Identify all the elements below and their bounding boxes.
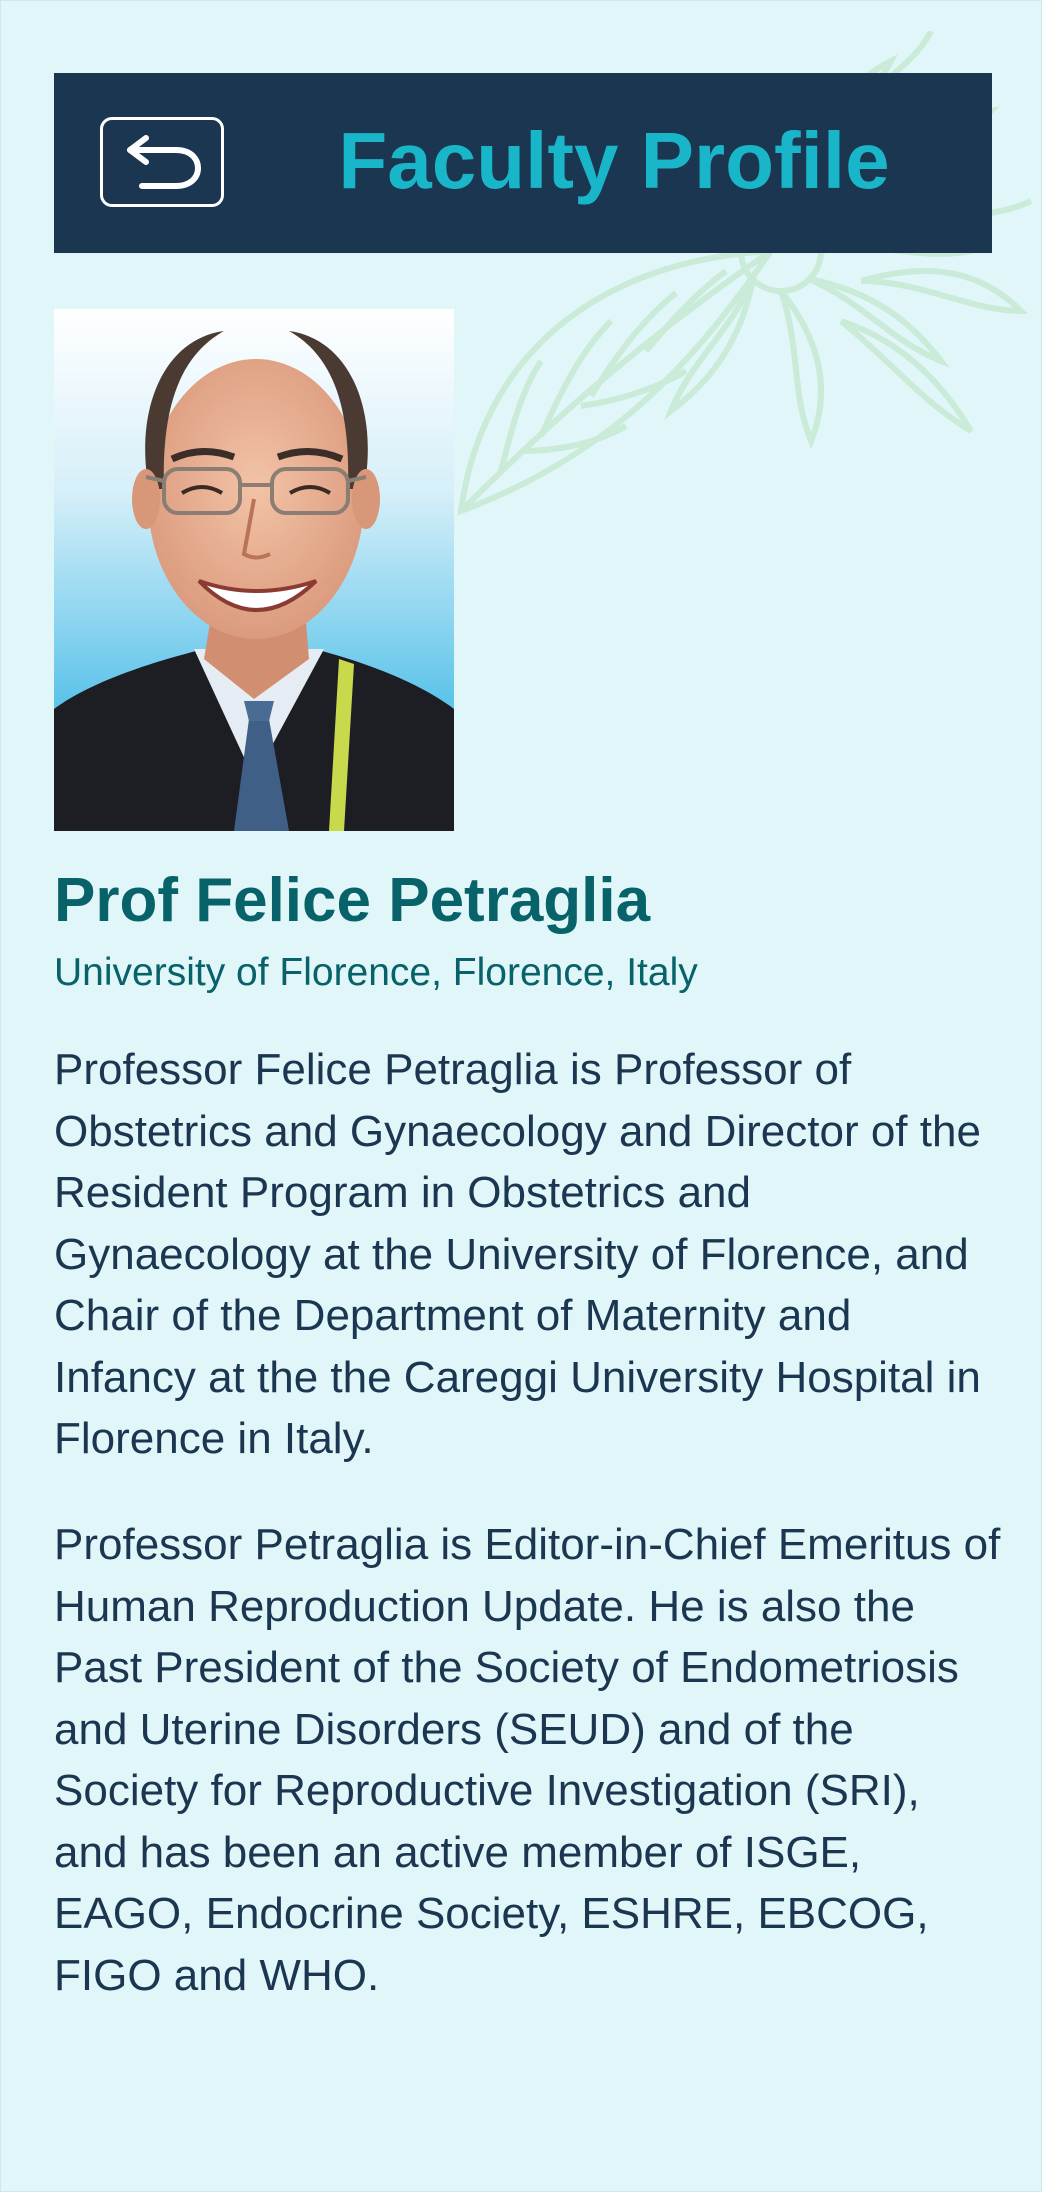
header-bar: Faculty Profile	[54, 73, 992, 253]
page-title: Faculty Profile	[338, 116, 890, 205]
bio-paragraph: Professor Petraglia is Editor-in-Chief E…	[54, 1520, 1001, 2000]
profile-page: Faculty Profile Prof Felice Petraglia Un…	[0, 0, 1042, 2192]
faculty-affiliation: University of Florence, Florence, Italy	[54, 951, 698, 994]
faculty-name: Prof Felice Petraglia	[54, 866, 651, 935]
profile-photo	[54, 309, 454, 831]
return-arrow-icon	[127, 135, 201, 189]
back-button[interactable]	[100, 117, 224, 207]
bio-paragraph: Professor Felice Petraglia is Professor …	[54, 1045, 981, 1463]
